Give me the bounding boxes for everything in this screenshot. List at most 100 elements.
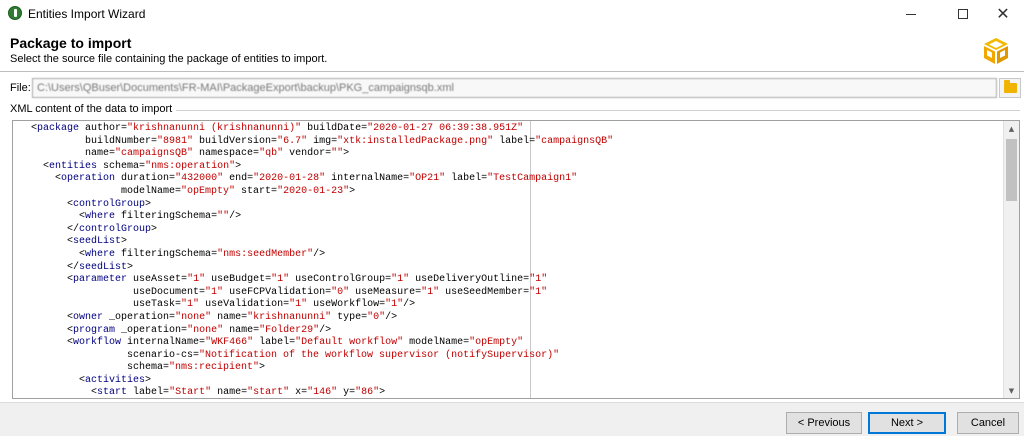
- scroll-up-icon[interactable]: ▲: [1004, 121, 1019, 136]
- xml-token: type=: [331, 311, 368, 323]
- xml-token: "0": [367, 311, 386, 323]
- xml-token: useDocument=: [133, 286, 206, 298]
- xml-token: "2020-01-28": [253, 173, 326, 185]
- vertical-scrollbar[interactable]: ▲ ▼: [1003, 121, 1019, 398]
- xml-token: "krishnanunni (krishnanunni)": [127, 123, 302, 134]
- file-path-input[interactable]: [32, 78, 997, 98]
- xml-line: modelName="opEmpty" start="2020-01-23">: [31, 186, 613, 199]
- xml-token: >: [259, 362, 266, 374]
- xml-token: useSeedMember=: [439, 286, 530, 298]
- xml-token: "Folder29": [259, 324, 320, 336]
- xml-token: "xtk:installedPackage.png": [337, 135, 494, 147]
- xml-line: scenario-cs="Notification of the workflo…: [31, 350, 613, 363]
- xml-line: <activities>: [31, 375, 613, 388]
- previous-button[interactable]: < Previous: [786, 412, 862, 434]
- xml-token: "86": [355, 387, 380, 399]
- next-button[interactable]: Next >: [868, 412, 946, 434]
- xml-token: />: [313, 248, 326, 260]
- xml-token: "1": [421, 286, 440, 298]
- cancel-button[interactable]: Cancel: [957, 412, 1019, 434]
- xml-token: useAsset=: [127, 274, 188, 286]
- xml-token: "0": [331, 286, 350, 298]
- xml-token: "campaignsQB": [535, 135, 614, 147]
- xml-token: vendor=: [283, 148, 332, 160]
- xml-token: internalName=: [325, 173, 410, 185]
- xml-token: "1": [271, 274, 290, 286]
- xml-token: author=: [79, 123, 128, 134]
- xml-token: "nms:operation": [145, 160, 236, 172]
- xml-token: "1": [187, 274, 206, 286]
- xml-token: >: [343, 148, 350, 160]
- close-button[interactable]: ✕: [980, 0, 1024, 28]
- xml-line: useDocument="1" useFCPValidation="0" use…: [31, 287, 613, 300]
- xml-token: "8981": [157, 135, 194, 147]
- xml-token: </: [67, 261, 80, 273]
- xml-token: />: [319, 324, 332, 336]
- xml-token: controlGroup: [79, 223, 152, 235]
- package-cube-icon: [984, 38, 1008, 64]
- window-title: Entities Import Wizard: [28, 7, 146, 21]
- xml-token: program: [73, 324, 116, 336]
- xml-token: "1": [289, 299, 308, 311]
- xml-token: buildVersion=: [193, 135, 278, 147]
- wizard-app-icon: [8, 6, 22, 20]
- xml-token: >: [235, 160, 242, 172]
- xml-token: parameter: [73, 274, 128, 286]
- xml-token: />: [403, 299, 416, 311]
- xml-token: "nms:recipient": [169, 362, 260, 374]
- xml-token: "Notification of the workflow supervisor…: [199, 349, 560, 361]
- browse-button[interactable]: [999, 78, 1021, 98]
- xml-token: >: [145, 374, 152, 386]
- xml-content-viewer[interactable]: <package author="krishnanunni (krishnanu…: [12, 120, 1020, 399]
- title-bar: Entities Import Wizard ✕: [0, 0, 1024, 28]
- xml-token: y=: [337, 387, 356, 399]
- xml-token: _operation=: [115, 324, 188, 336]
- minimize-button[interactable]: [888, 0, 934, 28]
- scrollbar-thumb[interactable]: [1006, 139, 1017, 201]
- xml-token: controlGroup: [73, 198, 146, 210]
- xml-token: start=: [235, 185, 278, 197]
- xml-token: "146": [307, 387, 338, 399]
- xml-token: </: [67, 223, 80, 235]
- xml-token: filteringSchema=: [115, 248, 218, 260]
- xml-token: "opEmpty": [181, 185, 236, 197]
- xml-token: "1": [385, 299, 404, 311]
- xml-token: >: [151, 223, 158, 235]
- xml-token: "start": [247, 387, 290, 399]
- xml-token: buildDate=: [301, 123, 368, 134]
- xml-line: <program _operation="none" name="Folder2…: [31, 325, 613, 338]
- xml-token: label=: [445, 173, 488, 185]
- xml-token: useDeliveryOutline=: [409, 274, 530, 286]
- xml-token: "": [217, 211, 230, 223]
- xml-token: "": [331, 148, 344, 160]
- scroll-down-icon[interactable]: ▼: [1004, 383, 1019, 398]
- xml-line: <owner _operation="none" name="krishnanu…: [31, 312, 613, 325]
- xml-token: duration=: [115, 173, 176, 185]
- xml-token: x=: [289, 387, 308, 399]
- xml-token: name=: [211, 387, 248, 399]
- xml-token: filteringSchema=: [115, 211, 218, 223]
- xml-token: operation: [61, 173, 116, 185]
- xml-token: "Start": [169, 387, 212, 399]
- xml-token: "1": [391, 274, 410, 286]
- xml-token: >: [121, 236, 128, 248]
- xml-token: "nms:seedMember": [217, 248, 314, 260]
- xml-token: schema=: [97, 160, 146, 172]
- xml-token: "none": [175, 311, 212, 323]
- xml-token: />: [385, 311, 398, 323]
- xml-token: namespace=: [193, 148, 260, 160]
- folder-icon: [1003, 80, 1017, 93]
- xml-token: where: [85, 211, 116, 223]
- xml-token: name=: [211, 311, 248, 323]
- xml-line: buildNumber="8981" buildVersion="6.7" im…: [31, 136, 613, 149]
- close-icon: ✕: [996, 4, 1010, 23]
- xml-token: "1": [205, 286, 224, 298]
- xml-token: "opEmpty": [469, 337, 524, 349]
- wizard-footer: < Previous Next > Cancel: [0, 402, 1024, 436]
- xml-token: workflow: [73, 337, 122, 349]
- xml-line: <parameter useAsset="1" useBudget="1" us…: [31, 274, 613, 287]
- xml-token: start: [97, 387, 128, 399]
- xml-line: <controlGroup>: [31, 199, 613, 212]
- xml-token: "OP21": [409, 173, 446, 185]
- xml-token: scenario-cs=: [127, 349, 200, 361]
